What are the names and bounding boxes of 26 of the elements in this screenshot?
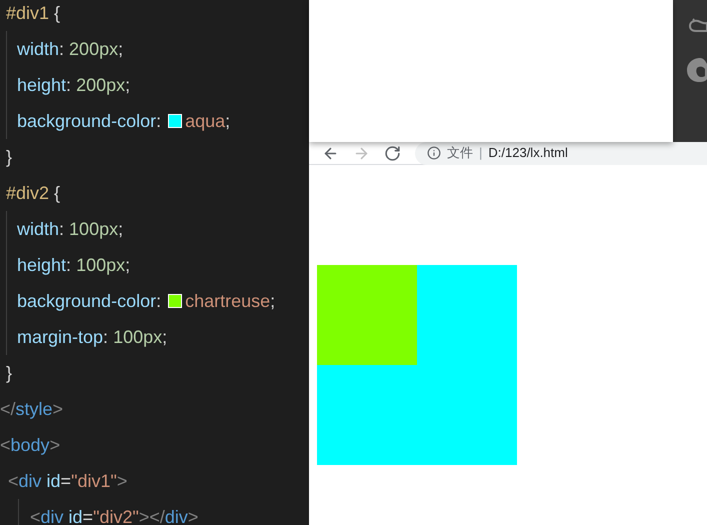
code-text: </style> [0,398,64,421]
swirl-logo-icon[interactable] [687,56,707,82]
code-text: <div id="div1"> [8,470,128,492]
code-text: width: 200px; [17,38,124,61]
code-text: #div2 { [6,182,60,205]
reload-button[interactable] [384,144,401,162]
code-text: } [6,362,12,385]
code-text: height: 100px; [17,254,130,277]
scheme-label: 文件 [447,144,473,162]
code-text: background-color: [17,110,162,133]
code-text: height: 200px; [17,74,130,97]
info-icon[interactable] [427,146,441,160]
code-text: #div1 { [6,2,60,25]
code-text: <div id="div2"></div> [30,506,198,525]
code-text: aqua; [185,110,230,133]
code-text: width: 100px; [17,218,124,241]
code-text: background-color: [17,290,162,313]
url-text: D:/123/lx.html [488,144,568,162]
code-text: <body> [0,434,60,457]
separator: | [479,144,482,162]
code-text: margin-top: 100px; [17,326,168,349]
color-swatch[interactable] [168,294,182,308]
code-text: } [6,146,12,169]
address-bar[interactable]: 文件 | D:/123/lx.html [415,142,707,164]
color-swatch[interactable] [168,114,182,128]
code-text: chartreuse; [185,290,276,312]
